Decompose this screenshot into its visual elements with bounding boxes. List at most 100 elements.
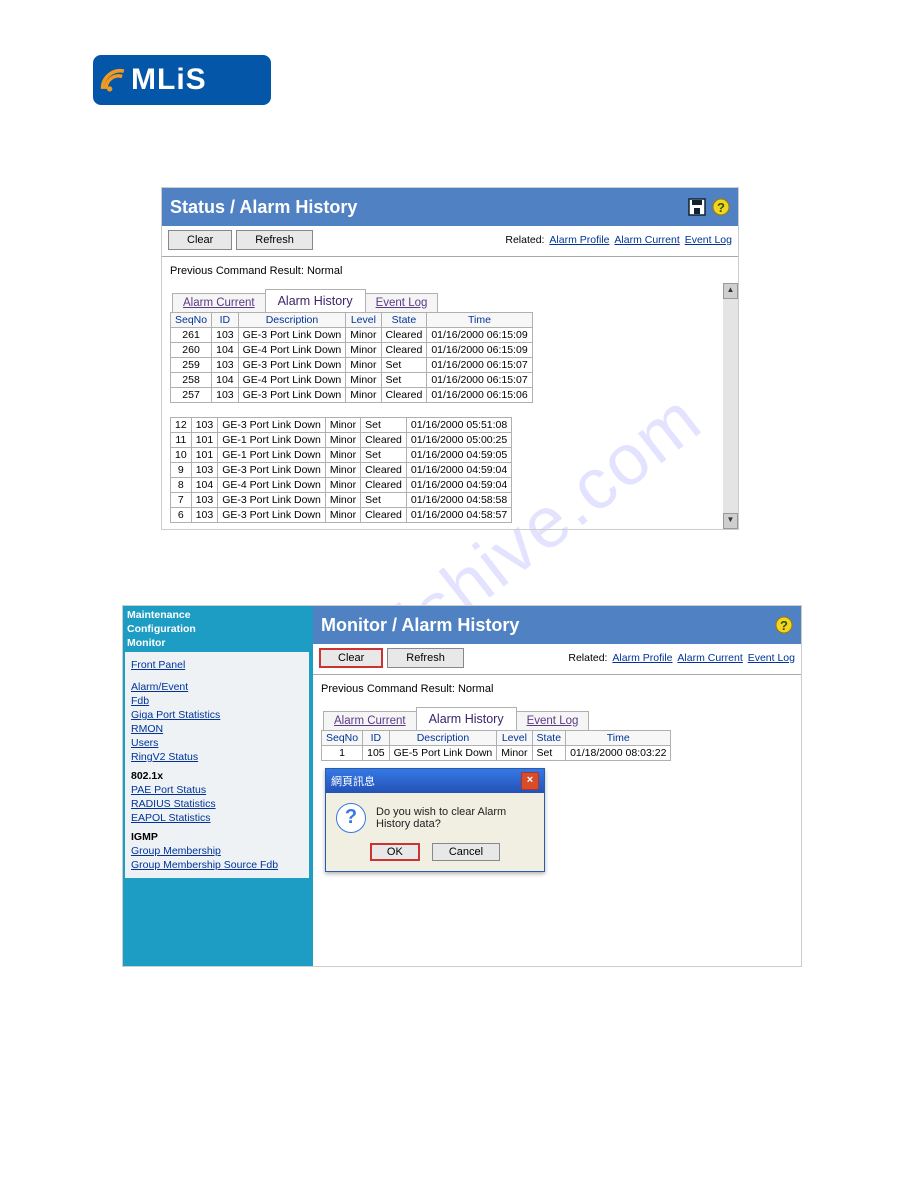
table-cell: Minor (497, 746, 532, 761)
sidebar-link-pae-port-status[interactable]: PAE Port Status (131, 783, 303, 797)
table-cell: 105 (363, 746, 390, 761)
link-event-log[interactable]: Event Log (685, 234, 732, 246)
table-cell: 01/18/2000 08:03:22 (566, 746, 671, 761)
sidebar-link-alarm-event[interactable]: Alarm/Event (131, 680, 303, 694)
link-alarm-profile[interactable]: Alarm Profile (612, 652, 672, 664)
panel2-titlebar: Monitor / Alarm History ? (313, 606, 801, 644)
column-header: Level (497, 731, 532, 746)
column-header: State (381, 313, 427, 328)
table-cell: Minor (325, 463, 360, 478)
sidebar-item-maintenance[interactable]: Maintenance (125, 608, 309, 622)
table-cell: Minor (325, 508, 360, 523)
table-cell: 261 (171, 328, 212, 343)
sidebar-item-monitor[interactable]: Monitor (125, 636, 309, 650)
ok-button[interactable]: OK (370, 843, 420, 861)
scroll-up-icon[interactable]: ▲ (723, 283, 738, 299)
help-icon[interactable]: ? (712, 198, 730, 216)
table-cell: Set (361, 493, 407, 508)
sidebar-link-giga-port-statistics[interactable]: Giga Port Statistics (131, 708, 303, 722)
help-icon[interactable]: ? (775, 616, 793, 634)
sidebar-link-radius-statistics[interactable]: RADIUS Statistics (131, 797, 303, 811)
table-cell: Minor (346, 358, 381, 373)
table-cell: 01/16/2000 04:59:04 (406, 478, 511, 493)
table-cell: 103 (212, 358, 239, 373)
refresh-button[interactable]: Refresh (387, 648, 464, 668)
table-cell: GE-3 Port Link Down (238, 328, 346, 343)
table-row: 8104GE-4 Port Link DownMinorCleared01/16… (171, 478, 512, 493)
command-result: Previous Command Result: Normal (313, 677, 801, 701)
link-alarm-current[interactable]: Alarm Current (677, 652, 742, 664)
related-links: Related: Alarm Profile Alarm Current Eve… (505, 234, 732, 246)
column-header: Level (346, 313, 381, 328)
table-cell: Minor (325, 448, 360, 463)
table-cell: 104 (212, 343, 239, 358)
table-cell: GE-3 Port Link Down (218, 418, 326, 433)
table-cell: Set (361, 448, 407, 463)
table-row: 258104GE-4 Port Link DownMinorSet01/16/2… (171, 373, 533, 388)
sidebar-link-ringv2-status[interactable]: RingV2 Status (131, 750, 303, 764)
column-header: Description (389, 731, 497, 746)
table-cell: 01/16/2000 04:59:05 (406, 448, 511, 463)
table-cell: 01/16/2000 05:00:25 (406, 433, 511, 448)
table-cell: GE-4 Port Link Down (238, 343, 346, 358)
sidebar-link-group-membership[interactable]: Group Membership (131, 844, 303, 858)
status-alarm-history-panel: Status / Alarm History ? Clear Refresh R… (161, 187, 739, 530)
save-icon[interactable] (688, 198, 706, 216)
table-cell: Cleared (361, 433, 407, 448)
cancel-button[interactable]: Cancel (432, 843, 500, 861)
sidebar-link-group-membership-source-fdb[interactable]: Group Membership Source Fdb (131, 858, 303, 872)
table-cell: 6 (171, 508, 192, 523)
related-label: Related: (568, 652, 607, 664)
scroll-down-icon[interactable]: ▼ (723, 513, 738, 529)
tab-alarm-current[interactable]: Alarm Current (172, 293, 266, 312)
table-cell: Cleared (381, 343, 427, 358)
sidebar-link-rmon[interactable]: RMON (131, 722, 303, 736)
table-row: 259103GE-3 Port Link DownMinorSet01/16/2… (171, 358, 533, 373)
table-row: 1105GE-5 Port Link DownMinorSet01/18/200… (322, 746, 671, 761)
sidebar-link-users[interactable]: Users (131, 736, 303, 750)
link-event-log[interactable]: Event Log (748, 652, 795, 664)
close-icon[interactable]: × (521, 772, 539, 790)
link-alarm-current[interactable]: Alarm Current (614, 234, 679, 246)
tab-alarm-current[interactable]: Alarm Current (323, 711, 417, 730)
table-row: 6103GE-3 Port Link DownMinorCleared01/16… (171, 508, 512, 523)
table-cell: 103 (212, 388, 239, 403)
dialog-title: 網頁訊息 (331, 773, 375, 789)
table-cell: 12 (171, 418, 192, 433)
table-cell: 9 (171, 463, 192, 478)
table-cell: GE-4 Port Link Down (238, 373, 346, 388)
table-cell: 01/16/2000 06:15:07 (427, 373, 532, 388)
table-cell: 8 (171, 478, 192, 493)
clear-button[interactable]: Clear (168, 230, 232, 250)
tab-event-log[interactable]: Event Log (365, 293, 439, 312)
column-header: Time (566, 731, 671, 746)
sidebar-item-configuration[interactable]: Configuration (125, 622, 309, 636)
table-cell: GE-4 Port Link Down (218, 478, 326, 493)
table-cell: GE-5 Port Link Down (389, 746, 497, 761)
sidebar-link-eapol-statistics[interactable]: EAPOL Statistics (131, 811, 303, 825)
table-cell: Minor (325, 478, 360, 493)
table-cell: Cleared (381, 328, 427, 343)
table-cell: 01/16/2000 04:58:58 (406, 493, 511, 508)
mlis-logo: MLiS (93, 55, 271, 105)
svg-text:?: ? (717, 200, 725, 215)
table-cell: 104 (212, 373, 239, 388)
sidebar-link-fdb[interactable]: Fdb (131, 694, 303, 708)
sidebar-link-front-panel[interactable]: Front Panel (131, 658, 303, 672)
tab-strip: Alarm Current Alarm History Event Log (172, 289, 732, 312)
tab-alarm-history[interactable]: Alarm History (416, 707, 517, 730)
table-cell: GE-3 Port Link Down (238, 388, 346, 403)
table-cell: Set (361, 418, 407, 433)
dialog-message: Do you wish to clear Alarm History data? (376, 806, 534, 830)
tab-event-log[interactable]: Event Log (516, 711, 590, 730)
table-cell: 01/16/2000 05:51:08 (406, 418, 511, 433)
link-alarm-profile[interactable]: Alarm Profile (549, 234, 609, 246)
table-row: 10101GE-1 Port Link DownMinorSet01/16/20… (171, 448, 512, 463)
table-row: 260104GE-4 Port Link DownMinorCleared01/… (171, 343, 533, 358)
tab-alarm-history[interactable]: Alarm History (265, 289, 366, 312)
related-label: Related: (505, 234, 544, 246)
table-cell: Set (532, 746, 566, 761)
clear-button[interactable]: Clear (319, 648, 383, 668)
vertical-scrollbar[interactable]: ▲ ▼ (723, 283, 738, 529)
refresh-button[interactable]: Refresh (236, 230, 313, 250)
